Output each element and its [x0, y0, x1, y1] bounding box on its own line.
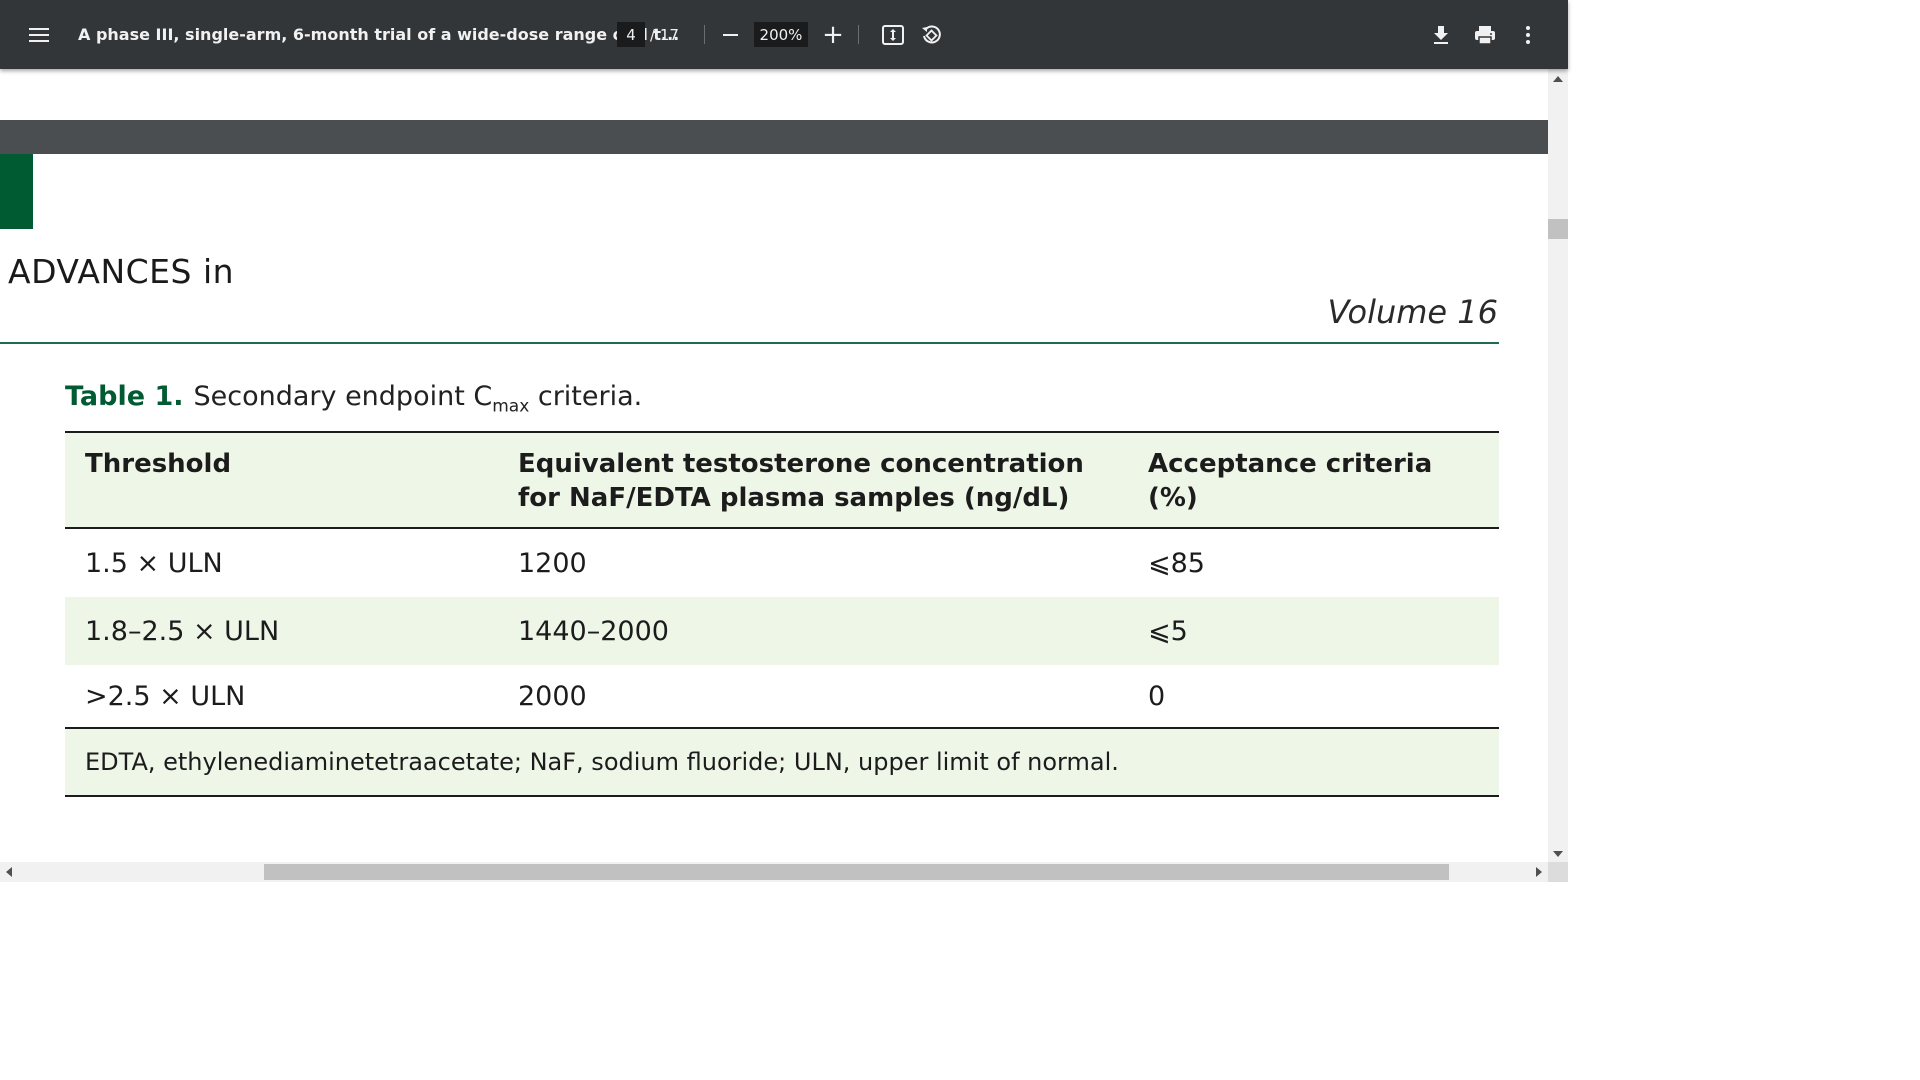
scroll-down-arrow-icon[interactable]: [1553, 851, 1563, 857]
table-caption-subscript: max: [492, 396, 530, 417]
cell-concentration: 1200: [518, 547, 587, 579]
minus-icon: [722, 33, 738, 36]
page-total: / 17: [650, 25, 679, 44]
cell-acceptance: ⩽5: [1148, 615, 1188, 647]
column-header-acceptance: Acceptance criteria (%): [1128, 431, 1499, 529]
cell-acceptance: 0: [1128, 665, 1499, 729]
page-number-input[interactable]: [617, 22, 645, 47]
pdf-toolbar: A phase III, single-arm, 6-month trial o…: [0, 0, 1568, 69]
toolbar-divider: [858, 25, 859, 44]
table-caption-text: Secondary endpoint C: [193, 381, 493, 412]
plus-icon: +: [822, 19, 844, 50]
cmax-criteria-table: Threshold Equivalent testosterone concen…: [65, 431, 1499, 797]
column-header-concentration: Equivalent testosterone concentration fo…: [498, 431, 1128, 529]
download-button[interactable]: [1428, 0, 1454, 69]
print-button[interactable]: [1471, 0, 1499, 69]
rotate-button[interactable]: [918, 0, 944, 69]
download-icon: [1434, 25, 1448, 44]
header-divider: [0, 342, 1499, 344]
fit-to-page-icon: [882, 24, 904, 45]
horizontal-scrollbar[interactable]: [0, 862, 1548, 882]
more-options-button[interactable]: [1518, 0, 1538, 69]
rotate-icon: [922, 24, 941, 43]
journal-name: ADVANCES in: [8, 252, 235, 291]
scrollbar-corner: [1548, 862, 1568, 882]
table-footnote: EDTA, ethylenediaminetetraacetate; NaF, …: [65, 728, 1499, 797]
cell-threshold: 1.8–2.5 × ULN: [85, 615, 280, 647]
horizontal-scroll-thumb[interactable]: [264, 864, 1449, 880]
zoom-in-button[interactable]: +: [821, 0, 845, 69]
fit-to-page-button[interactable]: [880, 0, 906, 69]
menu-button[interactable]: [22, 0, 56, 69]
document-title: A phase III, single-arm, 6-month trial o…: [78, 25, 680, 44]
table-footnote-row: EDTA, ethylenediaminetetraacetate; NaF, …: [65, 728, 1499, 797]
journal-header-band: [0, 120, 1548, 154]
scroll-up-arrow-icon[interactable]: [1553, 76, 1563, 82]
cell-threshold: >2.5 × ULN: [65, 665, 498, 729]
cell-concentration: 2000: [498, 665, 1128, 729]
more-vert-icon: [1526, 25, 1530, 44]
cell-acceptance: ⩽85: [1148, 547, 1205, 579]
table-caption-label: Table 1.: [65, 381, 184, 412]
table-caption-tail: criteria.: [529, 381, 643, 412]
toolbar-divider: [704, 25, 705, 44]
pdf-page-view: ADVANCES in Volume 16 Table 1. Secondary …: [0, 69, 1548, 862]
column-header-threshold: Threshold: [65, 431, 498, 529]
cell-threshold: 1.5 × ULN: [85, 547, 223, 579]
zoom-level-input[interactable]: [754, 22, 808, 47]
print-icon: [1475, 25, 1495, 45]
table-row: >2.5 × ULN 2000 0: [65, 665, 1499, 729]
zoom-out-button[interactable]: [718, 0, 742, 69]
menu-icon: [29, 27, 49, 42]
journal-accent-block: [0, 154, 33, 229]
volume-label: Volume 16: [1327, 293, 1498, 331]
scroll-left-arrow-icon[interactable]: [6, 867, 12, 877]
table-row: 1.5 × ULN 1200 ⩽85: [65, 528, 1499, 597]
vertical-scrollbar[interactable]: [1548, 69, 1568, 862]
table-header-row: Threshold Equivalent testosterone concen…: [65, 431, 1499, 529]
cell-concentration: 1440–2000: [518, 615, 669, 647]
table-caption: Table 1. Secondary endpoint Cmax criteria…: [65, 381, 642, 416]
scroll-right-arrow-icon[interactable]: [1536, 867, 1542, 877]
vertical-scroll-thumb[interactable]: [1548, 219, 1568, 239]
table-row: 1.8–2.5 × ULN 1440–2000 ⩽5: [65, 597, 1499, 665]
